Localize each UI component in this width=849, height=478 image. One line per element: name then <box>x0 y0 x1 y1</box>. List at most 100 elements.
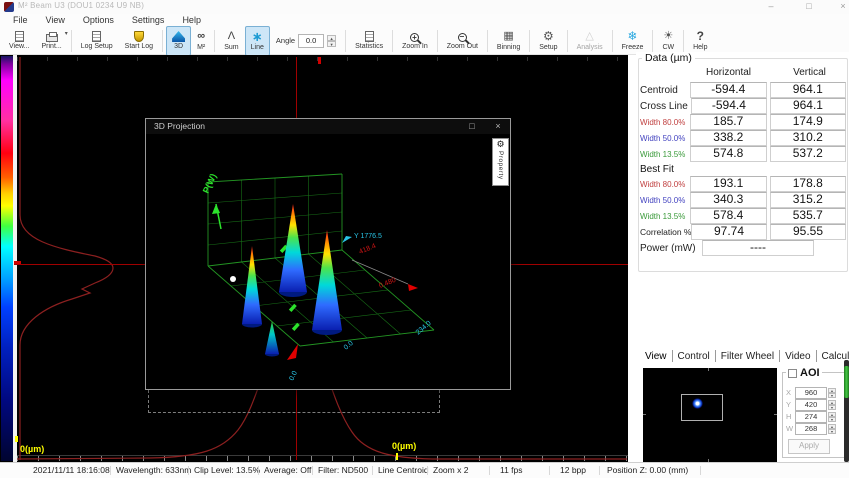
projection-maximize-button[interactable]: □ <box>460 119 484 133</box>
row-label: Best Fit <box>640 164 688 175</box>
toolbar-label-sum: Sum <box>224 44 238 51</box>
tab-control[interactable]: Control <box>673 351 715 362</box>
zoom-out-icon <box>458 33 467 42</box>
tab-filter-wheel[interactable]: Filter Wheel <box>716 351 779 362</box>
row-label: Width 50.0% <box>640 134 687 143</box>
line-icon: ∗ <box>252 30 263 43</box>
projection-window[interactable]: 3D Projection □ × <box>145 118 511 390</box>
toolbar-label-binning: Binning <box>497 44 520 51</box>
toolbar-angle-control: Angle0.0▲▼ <box>270 34 342 48</box>
value-vertical: 964.1 <box>770 82 846 98</box>
value-vertical: 315.2 <box>770 192 846 208</box>
maximize-button[interactable]: □ <box>796 0 822 13</box>
toolbar-button-print[interactable]: Print...▾ <box>36 26 68 56</box>
status-item: Position Z: 0.00 (mm) <box>607 465 688 475</box>
toolbar-button-line[interactable]: ∗Line <box>245 26 270 56</box>
angle-input[interactable]: 0.0 <box>298 34 324 48</box>
toolbar-button-setup[interactable]: ⚙Setup <box>533 26 563 56</box>
svg-text:0.0: 0.0 <box>343 340 355 352</box>
status-divider <box>549 466 550 475</box>
close-button[interactable]: × <box>830 0 849 13</box>
toolbar-button-cw[interactable]: ☀CW <box>656 26 680 56</box>
status-divider <box>312 466 313 475</box>
aoi-field-spinner[interactable]: ▲▼ <box>828 424 836 434</box>
camera-preview[interactable] <box>643 368 777 462</box>
toolbar-button-zoom-out[interactable]: Zoom Out <box>441 26 484 56</box>
toolbar-button-statistics[interactable]: Statistics <box>349 26 389 56</box>
aoi-field-input[interactable]: 268 <box>795 423 827 435</box>
x-axis-arrow <box>408 284 418 291</box>
row-label: Correlation % <box>640 227 688 237</box>
spinner-down-icon[interactable]: ▼ <box>828 417 836 422</box>
status-item: Clip Level: 13.5% <box>194 465 260 475</box>
freeze-icon: ❄ <box>628 30 638 43</box>
apply-button[interactable]: Apply <box>788 439 830 454</box>
projection-title-bar[interactable]: 3D Projection □ × <box>146 119 510 135</box>
aoi-field-w: W268▲▼ <box>786 423 836 434</box>
toolbar-button-freeze[interactable]: ❄Freeze <box>616 26 650 56</box>
status-item: Line Centroid <box>378 465 429 475</box>
tab-view[interactable]: View <box>640 351 672 362</box>
aoi-field-spinner[interactable]: ▲▼ <box>828 400 836 410</box>
data-panel: Data (µm) Horizontal Vertical Centroid-5… <box>636 52 849 462</box>
aoi-field-spinner[interactable]: ▲▼ <box>828 388 836 398</box>
aoi-field-spinner[interactable]: ▲▼ <box>828 412 836 422</box>
spinner-down-icon[interactable]: ▼ <box>828 405 836 410</box>
row-label: Centroid <box>640 85 687 96</box>
minimize-button[interactable]: – <box>758 0 784 13</box>
preview-tick-right <box>774 414 777 415</box>
wireframe-grid <box>208 176 411 342</box>
aoi-checkbox[interactable] <box>788 369 797 378</box>
spinner-down-icon[interactable]: ▼ <box>327 41 336 47</box>
toolbar-button-sum[interactable]: ΛSum <box>218 26 244 56</box>
spinner-down-icon[interactable]: ▼ <box>828 393 836 398</box>
binning-icon: ▦ <box>503 30 513 43</box>
toolbar-button-log-setup[interactable]: Log Setup <box>75 26 119 56</box>
toolbar-button-zoom-in[interactable]: Zoom In <box>396 26 434 56</box>
projection-close-button[interactable]: × <box>486 119 510 133</box>
tab-video[interactable]: Video <box>780 351 815 362</box>
toolbar-separator <box>437 30 438 52</box>
value-vertical: 537.2 <box>770 146 846 162</box>
projection-plot-area[interactable]: P(W) <box>146 134 510 389</box>
aoi-field-h: H274▲▼ <box>786 411 836 422</box>
value-horizontal: 185.7 <box>690 114 766 130</box>
toolbar-button-binning[interactable]: ▦Binning <box>491 26 526 56</box>
panel-scrollbar-thumb[interactable] <box>844 366 849 398</box>
aoi-field-y: Y420▲▼ <box>786 399 836 410</box>
aoi-field-input[interactable]: 274 <box>795 411 827 423</box>
toolbar-button-m2[interactable]: ∞M² <box>191 26 211 56</box>
panel-scrollbar[interactable] <box>844 360 849 462</box>
table-row: Width 80.0%193.1178.8 <box>640 176 846 192</box>
aoi-field-input[interactable]: 960 <box>795 387 827 399</box>
value-horizontal: -594.4 <box>690 82 766 98</box>
aoi-field-label: H <box>786 412 795 421</box>
aoi-field-input[interactable]: 420 <box>795 399 827 411</box>
status-divider <box>489 466 490 475</box>
value-vertical: 174.9 <box>770 114 846 130</box>
toolbar-button-view[interactable]: View... <box>3 26 36 56</box>
svg-text:234.0: 234.0 <box>415 320 433 337</box>
value-vertical: 310.2 <box>770 130 846 146</box>
status-item: Filter: ND500 <box>318 465 368 475</box>
property-tab[interactable]: ⚙ Property <box>492 138 509 186</box>
toolbar-button-start-log[interactable]: Start Log <box>119 26 159 56</box>
row-label: Cross Line <box>640 101 688 112</box>
angle-label: Angle <box>276 36 295 45</box>
app-icon <box>4 2 14 12</box>
toolbar-separator <box>683 30 684 52</box>
dropdown-arrow-icon[interactable]: ▾ <box>65 30 68 37</box>
toolbar-label-help: Help <box>693 44 707 51</box>
table-row: Width 50.0%338.2310.2 <box>640 130 846 146</box>
aoi-region-outline[interactable] <box>681 394 723 421</box>
toolbar-button-help[interactable]: ?Help <box>687 26 713 56</box>
toolbar-button-analysis[interactable]: △Analysis <box>571 26 609 56</box>
sum-icon: Λ <box>228 30 235 43</box>
toolbar-button-3d[interactable]: 3D <box>166 26 191 56</box>
spinner-down-icon[interactable]: ▼ <box>828 429 836 434</box>
print-icon <box>46 34 58 42</box>
angle-spinner[interactable]: ▲▼ <box>327 35 336 47</box>
value-vertical: 964.1 <box>770 98 846 114</box>
toolbar-label-cw: CW <box>662 44 674 51</box>
origin-arrow <box>287 344 298 360</box>
